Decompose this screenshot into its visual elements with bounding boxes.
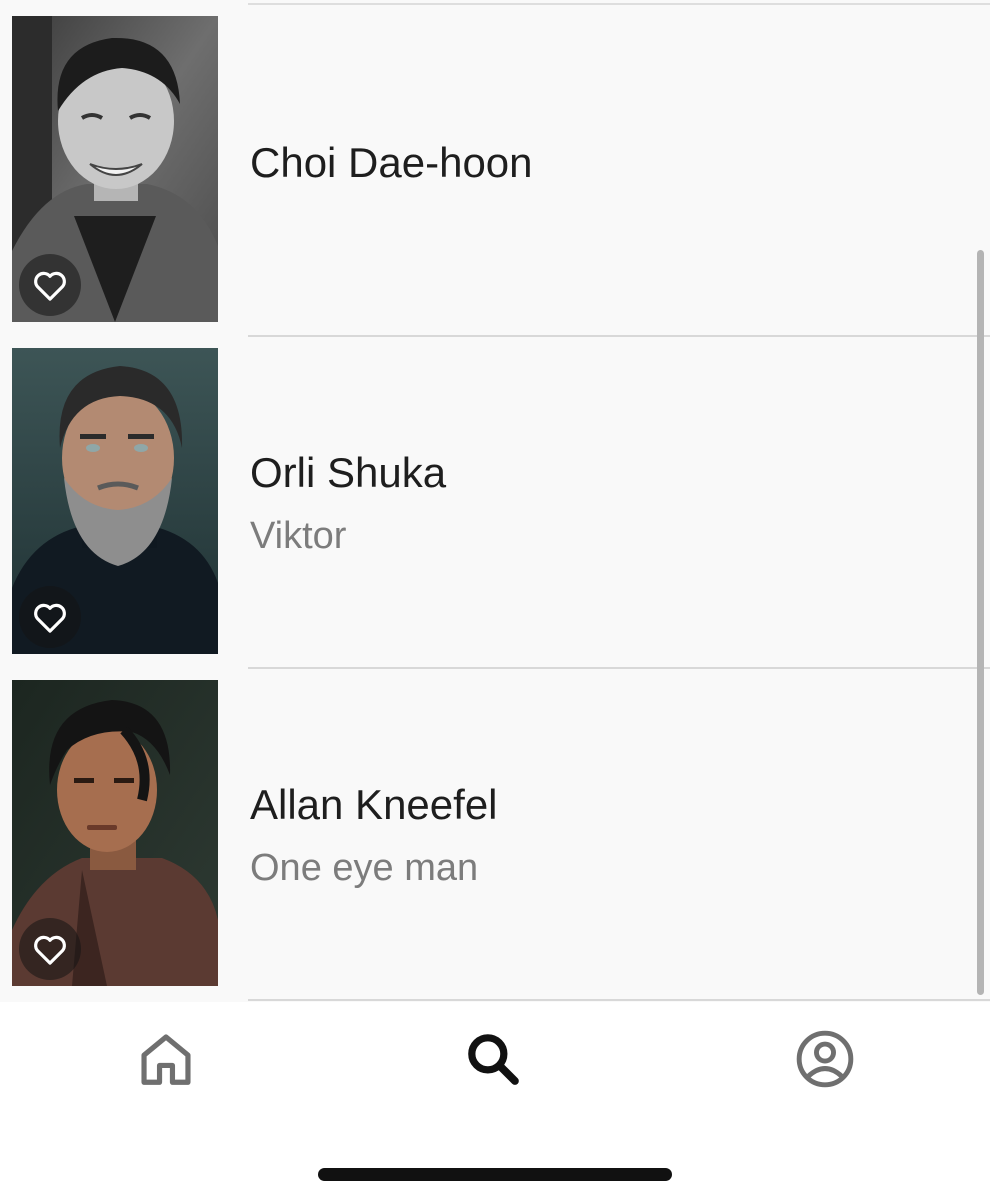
divider [248,999,990,1001]
profile-icon [796,1030,854,1088]
favorite-button[interactable] [19,586,81,648]
heart-outline-icon [34,603,66,633]
scrollbar[interactable] [977,250,984,995]
favorite-button[interactable] [19,254,81,316]
tab-bar [0,1002,990,1200]
actor-name: Choi Dae-hoon [250,139,533,186]
character-name: Viktor [250,515,347,557]
actor-photo[interactable] [12,348,218,654]
heart-outline-icon [34,271,66,301]
cast-list[interactable]: Choi Dae-hoon Orli Shuka Viktor Allan Kn… [0,0,990,1002]
list-item[interactable]: Allan Kneefel One eye man [0,669,990,1001]
home-icon [141,1034,191,1085]
list-item[interactable]: Choi Dae-hoon [0,5,990,337]
actor-photo[interactable] [12,16,218,322]
favorite-button[interactable] [19,918,81,980]
home-indicator[interactable] [318,1168,672,1181]
tab-profile[interactable] [790,1024,860,1094]
tab-home[interactable] [131,1024,201,1094]
list-item[interactable]: Orli Shuka Viktor [0,337,990,669]
character-name: One eye man [250,847,479,889]
actor-name: Orli Shuka [250,449,447,496]
heart-outline-icon [34,935,66,965]
search-icon [468,1034,519,1085]
screen: Choi Dae-hoon Orli Shuka Viktor Allan Kn… [0,0,990,1200]
actor-photo[interactable] [12,680,218,986]
actor-name: Allan Kneefel [250,781,498,828]
tab-search[interactable] [458,1024,528,1094]
